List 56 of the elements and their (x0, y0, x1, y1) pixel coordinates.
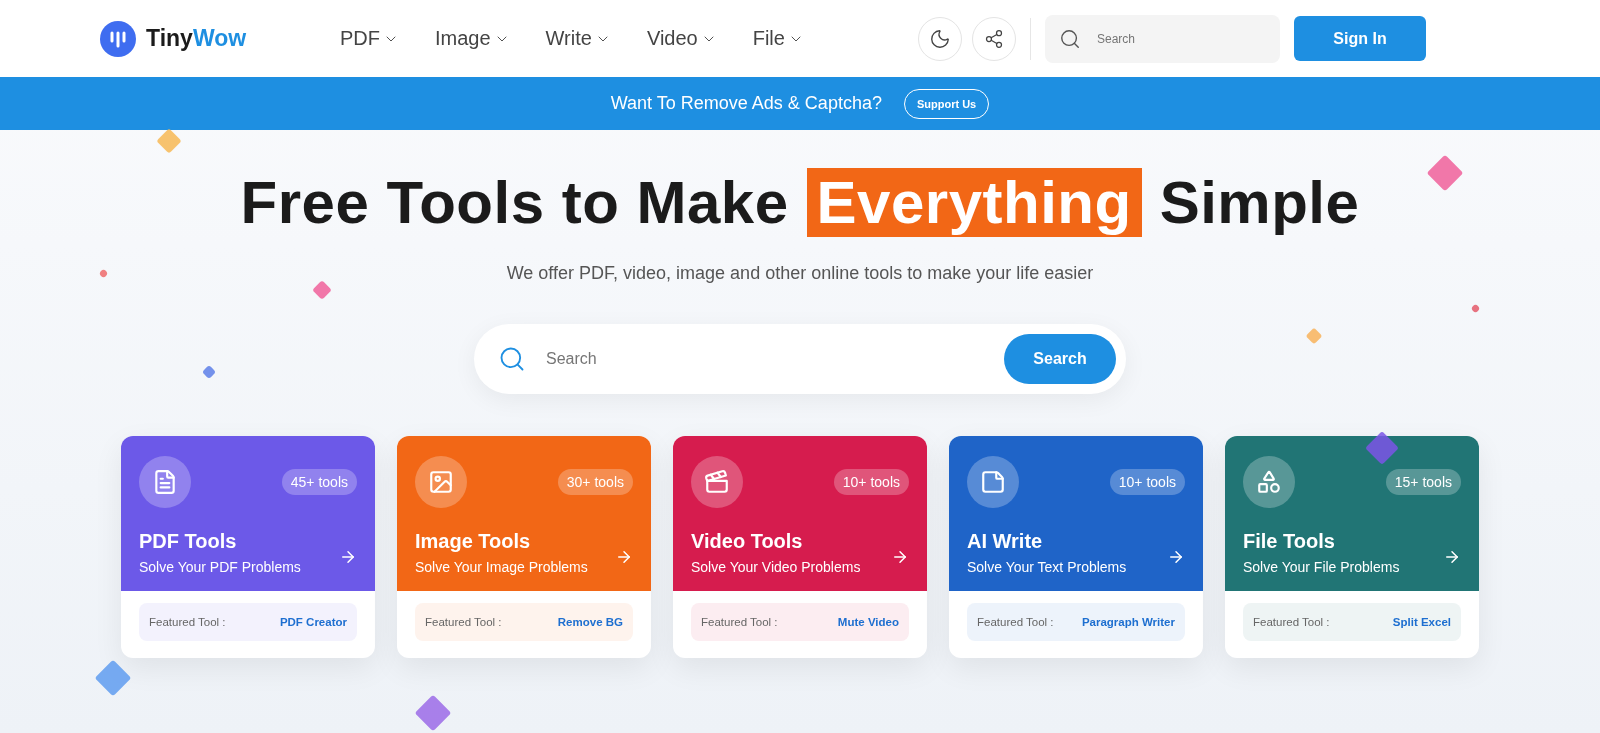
tool-count: 10+ tools (833, 469, 909, 495)
category-icon (139, 456, 191, 508)
search-button[interactable]: Search (1004, 334, 1116, 384)
tool-card[interactable]: 10+ tools AI Write Solve Your Text Problems Featured Tool : Paragraph Writer (949, 436, 1203, 658)
tool-count: 45+ tools (281, 469, 357, 495)
tool-card[interactable]: 15+ tools File Tools Solve Your File Problems Featured Tool : Split Excel (1225, 436, 1479, 658)
featured-label: Featured Tool : (977, 616, 1054, 628)
nav-menu-item[interactable]: Write (545, 27, 611, 50)
card-subtitle: Solve Your File Problems (1243, 559, 1400, 575)
share-icon (984, 28, 1004, 49)
headline: Free Tools to Make Everything Simple (240, 168, 1360, 237)
logo-text[interactable]: TinyWow (146, 25, 247, 52)
dark-mode-button[interactable] (918, 16, 962, 61)
moon-icon (929, 27, 951, 50)
featured-tool-link[interactable]: Split Excel (1392, 616, 1451, 628)
featured-label: Featured Tool : (701, 616, 778, 628)
card-subtitle: Solve Your PDF Problems (139, 559, 301, 575)
decor-shape-icon (98, 268, 109, 279)
featured-tool-link[interactable]: PDF Creator (279, 616, 347, 628)
category-icon (1243, 456, 1295, 508)
nav-menu-item[interactable]: File (752, 27, 804, 50)
tool-card[interactable]: 30+ tools Image Tools Solve Your Image Problems Featured Tool : Remove BG (397, 436, 651, 658)
search-icon (498, 345, 526, 373)
tool-count: 30+ tools (557, 469, 633, 495)
tool-card[interactable]: 10+ tools Video Tools Solve Your Video Problems Featured Tool : Mute Video (673, 436, 927, 658)
card-subtitle: Solve Your Image Problems (415, 559, 588, 575)
search-icon (1059, 27, 1081, 50)
nav-menu-item[interactable]: PDF (340, 27, 399, 50)
search-input[interactable]: Search (1095, 30, 1245, 47)
featured-label: Featured Tool : (149, 616, 226, 628)
tool-count: 15+ tools (1385, 469, 1461, 495)
category-icon (691, 456, 743, 508)
card-title: Image Tools (415, 530, 532, 553)
decor-shape-icon (1470, 303, 1481, 314)
featured-tool-link[interactable]: Paragraph Writer (1081, 616, 1175, 628)
card-subtitle: Solve Your Video Problems (691, 559, 861, 575)
nav-menu-item[interactable]: Image (435, 27, 510, 50)
card-title: Video Tools (691, 530, 804, 553)
nav-menu-item[interactable]: Video (646, 27, 717, 50)
category-icon (415, 456, 467, 508)
featured-tool-link[interactable]: Remove BG (557, 616, 623, 628)
featured-label: Featured Tool : (425, 616, 502, 628)
card-title: AI Write (967, 530, 1044, 553)
card-title: File Tools (1243, 530, 1336, 553)
tool-card[interactable]: 45+ tools PDF Tools Solve Your PDF Problems Featured Tool : PDF Creator (121, 436, 375, 658)
featured-label: Featured Tool : (1253, 616, 1330, 628)
subtitle: We offer PDF, video, image and other online tools to make your life easier (506, 263, 1094, 284)
category-icon (967, 456, 1019, 508)
card-subtitle: Solve Your Text Problems (967, 559, 1127, 575)
tool-count: 10+ tools (1109, 469, 1185, 495)
logo-icon[interactable] (100, 20, 136, 57)
share-button[interactable] (972, 16, 1016, 61)
featured-tool-link[interactable]: Mute Video (837, 616, 899, 628)
banner-text: Want To Remove Ads & Captcha? (610, 93, 882, 114)
sign-in-button[interactable]: Sign In (1294, 16, 1426, 61)
card-title: PDF Tools (139, 530, 238, 553)
